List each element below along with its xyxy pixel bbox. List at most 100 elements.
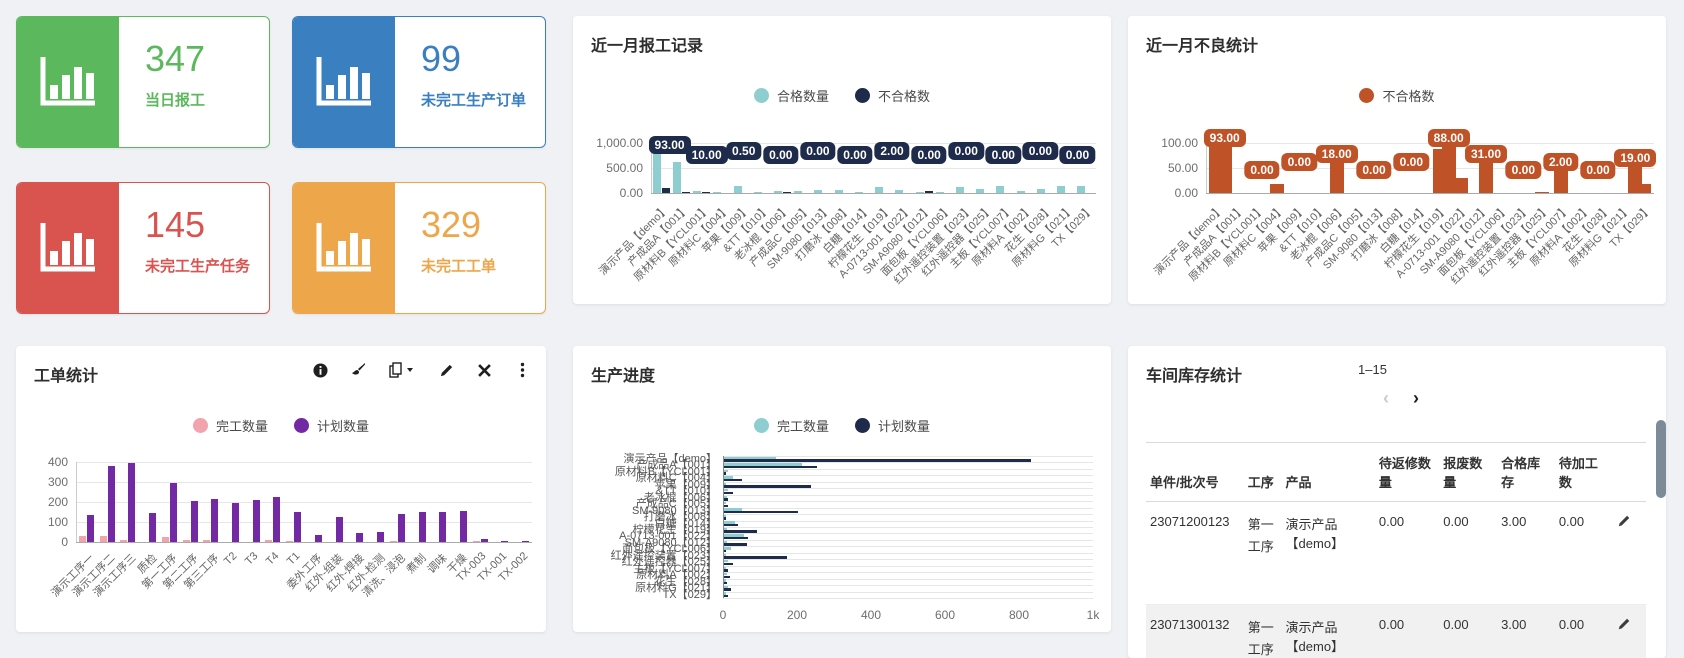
y-axis-tick: 0.00 bbox=[619, 186, 643, 200]
inventory-table-body: 23071200123 第一工序 演示产品【demo】 0.00 0.00 3.00 0.0… bbox=[1146, 501, 1646, 658]
gridline bbox=[723, 481, 1093, 483]
bar-计划数量 bbox=[149, 513, 157, 542]
gridline bbox=[76, 502, 532, 503]
bar-完工数量 bbox=[78, 536, 86, 542]
bar-合格数量 bbox=[794, 191, 803, 193]
value-badge: 19.00 bbox=[1614, 149, 1657, 167]
bar-计划数量 bbox=[724, 511, 798, 514]
bar-合格数量 bbox=[895, 189, 904, 193]
bar-不合格数 bbox=[782, 192, 791, 193]
table-cell: 3.00 bbox=[1497, 604, 1555, 658]
bar-完工数量 bbox=[472, 541, 480, 542]
value-badge: 0.00 bbox=[948, 142, 984, 160]
value-badge: 0.00 bbox=[1281, 153, 1318, 171]
edit-row-pencil-icon[interactable] bbox=[1612, 501, 1646, 605]
y-axis-tick: 0.00 bbox=[1174, 186, 1198, 200]
edit-row-pencil-icon[interactable] bbox=[1612, 604, 1646, 658]
bar-完工数量 bbox=[99, 536, 107, 542]
bar-合格数量 bbox=[1057, 185, 1066, 193]
value-badge: 0.00 bbox=[837, 146, 873, 164]
bar-计划数量 bbox=[169, 483, 177, 542]
bar-合格数量 bbox=[652, 148, 661, 193]
table-cell: 第一工序 bbox=[1243, 604, 1282, 658]
value-badge: 0.00 bbox=[1244, 161, 1280, 179]
defect-chart-plot: 100.00 50.00 0.00 演示产品【demo】 产成品A【001】 原材料B【Y… bbox=[1128, 16, 1666, 304]
table-cell: 演示产品【demo】 bbox=[1281, 501, 1375, 605]
column-header: 产品 bbox=[1281, 442, 1375, 502]
bar-合格数量 bbox=[814, 190, 823, 193]
column-header: 工序 bbox=[1243, 442, 1282, 502]
bar-计划数量 bbox=[724, 556, 787, 559]
prev-page-icon[interactable]: ‹ bbox=[1383, 389, 1389, 407]
bar-计划数量 bbox=[439, 512, 447, 542]
progress-chart-plot: 演示产品【demo】 产成品A【001】 原材料B【YCL001】 原材料C【004】… bbox=[573, 346, 1111, 632]
bar-不合格数 bbox=[1270, 184, 1285, 193]
bar-计划数量 bbox=[501, 541, 509, 542]
table-cell: 0.00 bbox=[1554, 501, 1613, 605]
table-cell: 0.00 bbox=[1554, 604, 1613, 658]
value-badge: 0.00 bbox=[1505, 161, 1542, 179]
gridline bbox=[723, 514, 1093, 516]
table-cell: 0.00 bbox=[1374, 501, 1440, 605]
column-header: 单件/批次号 bbox=[1146, 442, 1244, 502]
vertical-scrollbar[interactable] bbox=[1656, 420, 1666, 498]
gridline bbox=[723, 552, 1093, 554]
bar-stem bbox=[1628, 167, 1643, 193]
value-badge: 2.00 bbox=[1542, 153, 1579, 171]
y-axis-tick: 300 bbox=[47, 475, 68, 489]
value-badge: 18.00 bbox=[1315, 145, 1358, 163]
gridline bbox=[723, 488, 1093, 490]
gridline bbox=[723, 559, 1093, 561]
bar-完工数量 bbox=[203, 540, 211, 542]
bar-合格数量 bbox=[935, 192, 944, 193]
bar-计划数量 bbox=[314, 535, 322, 542]
next-page-icon[interactable]: › bbox=[1413, 389, 1419, 407]
value-badge: 0.00 bbox=[763, 146, 799, 164]
card-inventory-table: 车间库存统计 1–15 ‹ › 单件/批次号 工序 产品 待返修数量 报废数量 合格库存待… bbox=[1128, 346, 1666, 658]
bar-不合格数 bbox=[681, 192, 690, 193]
bar-计划数量 bbox=[724, 472, 726, 475]
inventory-table: 单件/批次号 工序 产品 待返修数量 报废数量 合格库存 待加工数 23071200123 第… bbox=[1146, 442, 1646, 658]
kpi-card-open-workorders: 329 未完工工单 bbox=[292, 182, 546, 314]
gridline bbox=[723, 598, 1093, 599]
bar-计划数量 bbox=[724, 569, 728, 572]
kpi-value: 329 bbox=[421, 204, 482, 245]
table-cell: 第一工序 bbox=[1243, 501, 1282, 605]
value-badge: 10.00 bbox=[685, 146, 728, 164]
bar-完工数量 bbox=[265, 540, 273, 542]
bar-计划数量 bbox=[724, 562, 734, 566]
bar-计划数量 bbox=[724, 465, 817, 469]
bar-计划数量 bbox=[294, 512, 302, 542]
gridline bbox=[723, 468, 1093, 470]
bar-计划数量 bbox=[397, 514, 405, 542]
x-axis-tick: 400 bbox=[860, 608, 882, 622]
column-header: 待返修数量 bbox=[1374, 442, 1440, 502]
bar-chart-icon bbox=[17, 183, 119, 313]
bar-计划数量 bbox=[724, 543, 747, 546]
gridline bbox=[723, 456, 1093, 457]
bar-计划数量 bbox=[335, 517, 343, 542]
gridline bbox=[723, 585, 1093, 587]
x-axis-tick: 600 bbox=[934, 608, 956, 622]
table-row: 23071200123 第一工序 演示产品【demo】 0.00 0.00 3.00 0.0… bbox=[1146, 501, 1646, 605]
gridline bbox=[723, 533, 1093, 535]
bar-计划数量 bbox=[356, 533, 364, 542]
gridline bbox=[723, 591, 1093, 593]
table-cell: 0.00 bbox=[1374, 604, 1440, 658]
kpi-label: 未完工生产任务 bbox=[145, 258, 251, 275]
gridline bbox=[723, 494, 1093, 496]
y-axis-tick: 500.00 bbox=[606, 161, 643, 175]
bar-stem bbox=[1441, 147, 1456, 193]
gridline bbox=[723, 501, 1093, 503]
bar-计划数量 bbox=[231, 503, 239, 542]
table-cell: 23071200123 bbox=[1146, 501, 1244, 605]
x-axis-tick: 200 bbox=[786, 608, 808, 622]
table-cell: 0.00 bbox=[1439, 501, 1498, 605]
bar-合格数量 bbox=[996, 185, 1005, 193]
bar-计划数量 bbox=[724, 485, 811, 488]
table-cell: 3.00 bbox=[1497, 501, 1555, 605]
bar-计划数量 bbox=[724, 549, 726, 553]
bar-计划数量 bbox=[273, 497, 281, 542]
bar-计划数量 bbox=[724, 517, 726, 520]
report-chart-plot: 1,000.00 500.00 0.00 演示产品【demo】 产成品A【001】 原材料… bbox=[573, 16, 1111, 304]
